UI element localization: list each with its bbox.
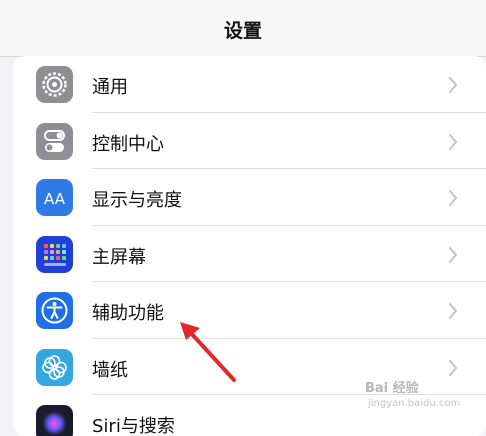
- settings-item-label: 墙纸: [92, 359, 128, 381]
- settings-item-label: Siri与搜索: [92, 416, 175, 436]
- settings-item-label: 通用: [92, 77, 128, 98]
- chevron-right-icon: [449, 190, 457, 206]
- settings-item-control-center[interactable]: 控制中心: [13, 113, 486, 169]
- control-center-icon: [36, 122, 73, 160]
- settings-item-label: 显示与亮度: [92, 190, 182, 211]
- page-title: 设置: [223, 20, 262, 42]
- settings-item-label: 主屏幕: [92, 246, 146, 268]
- display-brightness-icon: AA: [36, 179, 73, 216]
- wallpaper-icon: [36, 348, 73, 386]
- siri-icon: [36, 405, 73, 436]
- chevron-right-icon: [449, 133, 457, 150]
- settings-item-accessibility[interactable]: 辅助功能: [13, 282, 486, 339]
- chevron-right-icon: [449, 246, 457, 263]
- gear-icon: [36, 66, 73, 103]
- settings-item-home-screen[interactable]: 主屏幕: [13, 226, 486, 282]
- accessibility-icon: [36, 292, 73, 329]
- chevron-right-icon: [449, 303, 457, 319]
- annotation-arrow-icon: [180, 322, 236, 382]
- home-screen-icon: [36, 235, 73, 273]
- svg-text:AA: AA: [44, 190, 66, 208]
- settings-item-label: 辅助功能: [92, 303, 164, 324]
- navigation-bar: 设置: [0, 0, 486, 57]
- watermark: Bai 经验: [365, 381, 419, 396]
- settings-item-label: 控制中心: [92, 133, 164, 155]
- chevron-right-icon: [449, 77, 457, 93]
- watermark-url: jingyan.baidu.com: [368, 398, 461, 409]
- chevron-right-icon: [449, 359, 457, 376]
- settings-item-general[interactable]: 通用: [13, 56, 486, 113]
- settings-item-display-brightness[interactable]: AA 显示与亮度: [13, 169, 486, 226]
